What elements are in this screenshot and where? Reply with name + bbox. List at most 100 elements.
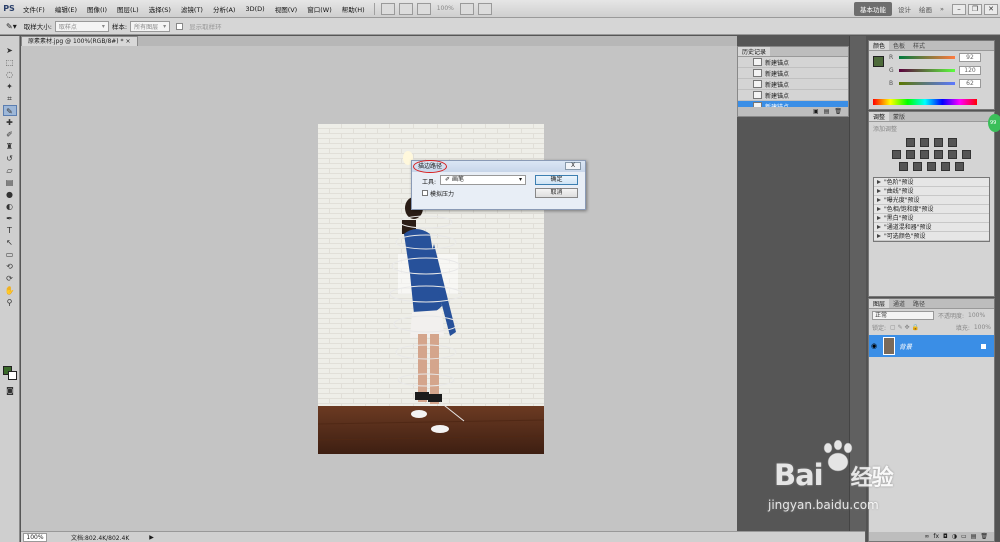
eye-icon[interactable]: ◉ [869,342,879,350]
eraser-tool-icon[interactable]: ▱ [3,165,17,176]
history-item[interactable]: 新建锚点 [738,57,848,68]
eyedropper-tool-icon[interactable]: ✎▾ [6,22,17,31]
green-slider[interactable] [899,69,955,72]
preset-selective-color[interactable]: "可选颜色"预设 [874,232,989,241]
levels-icon[interactable] [920,138,929,147]
menu-filter[interactable]: 滤镜(T) [176,4,208,14]
fill-value[interactable]: 100% [974,324,991,331]
restore-icon[interactable]: ❐ [968,3,982,15]
tab-styles[interactable]: 样式 [909,41,929,50]
show-sampling-ring-checkbox[interactable] [176,22,184,30]
shape-tool-icon[interactable]: ▭ [3,249,17,260]
exposure-icon[interactable] [948,138,957,147]
document-tab[interactable]: 原素素材.jpg @ 100%(RGB/8#) * × [21,36,138,46]
clone-stamp-tool-icon[interactable]: ♜ [3,141,17,152]
layer-row-background[interactable]: ◉ 背景 [869,335,994,357]
arrange-documents-icon[interactable] [459,2,474,15]
blue-slider[interactable] [899,82,955,85]
sample-size-select[interactable]: 取样点 ▾ [54,20,109,32]
tab-adjustments[interactable]: 调整 [869,112,890,121]
mini-bridge-icon[interactable] [398,2,413,15]
quick-select-tool-icon[interactable]: ✦ [3,81,17,92]
menu-view[interactable]: 视图(V) [270,4,303,14]
lock-pixels-icon[interactable]: ▢ ✎ ✥ 🔒 [890,324,919,331]
history-brush-tool-icon[interactable]: ↺ [3,153,17,164]
adjustment-layer-icon[interactable]: ◑ [952,533,957,540]
simulate-pressure-checkbox[interactable] [422,190,428,196]
tab-channels[interactable]: 通道 [889,299,909,308]
type-tool-icon[interactable]: T [3,225,17,236]
zoom-level[interactable]: 100% [437,5,454,12]
sample-select[interactable]: 所有图层 ▾ [130,20,171,32]
cancel-button[interactable]: 取消 [535,188,578,198]
workspace-more[interactable]: » [940,5,944,13]
posterize-icon[interactable] [913,162,922,171]
trash-icon[interactable]: 🗑 [980,533,988,540]
extras-icon[interactable] [416,2,431,15]
preset-hue-saturation[interactable]: "色相/饱和度"预设 [874,205,989,214]
dodge-tool-icon[interactable]: ◐ [3,201,17,212]
hand-tool-icon[interactable]: ✋ [3,285,17,296]
status-zoom[interactable]: 100% [23,532,47,542]
photo-filter-icon[interactable] [948,150,957,159]
preset-levels[interactable]: "色阶"预设 [874,178,989,187]
green-value[interactable]: 120 [959,66,981,75]
dialog-close-button[interactable]: X [565,162,581,170]
history-item[interactable]: 新建锚点 [738,68,848,79]
brightness-icon[interactable] [906,138,915,147]
tab-layers[interactable]: 图层 [869,299,890,308]
menu-3d[interactable]: 3D(D) [240,5,269,13]
screen-mode-icon[interactable] [477,2,492,15]
vibrance-icon[interactable] [892,150,901,159]
tab-masks[interactable]: 蒙版 [889,112,909,121]
color-balance-icon[interactable] [920,150,929,159]
workspace-design[interactable]: 设计 [898,4,911,14]
new-layer-icon[interactable]: ▤ [971,533,977,540]
menu-file[interactable]: 文件(F) [18,4,50,14]
black-white-icon[interactable] [934,150,943,159]
preset-channel-mixer[interactable]: "通道混和器"预设 [874,223,989,232]
tab-swatches[interactable]: 色板 [889,41,909,50]
threshold-icon[interactable] [927,162,936,171]
red-slider[interactable] [899,56,955,59]
history-item[interactable]: 新建锚点 [738,90,848,101]
healing-brush-tool-icon[interactable]: ✚ [3,117,17,128]
new-document-icon[interactable]: ▤ [824,108,830,115]
preset-curves[interactable]: "曲线"预设 [874,187,989,196]
menu-help[interactable]: 帮助(H) [337,4,370,14]
history-item[interactable]: 新建锚点 [738,79,848,90]
link-icon[interactable]: ∞ [924,533,929,540]
workspace-essentials-button[interactable]: 基本功能 [854,2,893,16]
gradient-map-icon[interactable] [941,162,950,171]
quick-mask-icon[interactable]: ◙ [3,385,17,396]
minimize-icon[interactable]: – [952,3,966,15]
lasso-tool-icon[interactable]: ◌ [3,69,17,80]
path-selection-tool-icon[interactable]: ↖ [3,237,17,248]
dialog-titlebar[interactable]: 描边路径 X [412,160,585,173]
workspace-painting[interactable]: 绘画 [919,4,932,14]
selective-color-icon[interactable] [955,162,964,171]
background-color-swatch[interactable] [8,371,17,380]
opacity-value[interactable]: 100% [968,312,985,319]
pen-tool-icon[interactable]: ✒ [3,213,17,224]
crop-tool-icon[interactable]: ⌗ [3,93,17,104]
preset-black-white[interactable]: "黑白"预设 [874,214,989,223]
tab-history[interactable]: 历史记录 [738,47,771,56]
bridge-icon[interactable] [380,2,395,15]
trash-icon[interactable]: 🗑 [834,108,842,115]
menu-window[interactable]: 窗口(W) [302,4,337,14]
hue-saturation-icon[interactable] [906,150,915,159]
folder-icon[interactable]: ▭ [961,533,967,540]
channel-mixer-icon[interactable] [962,150,971,159]
move-tool-icon[interactable]: ➤ [3,45,17,56]
curves-icon[interactable] [934,138,943,147]
3d-rotate-tool-icon[interactable]: ⟲ [3,261,17,272]
foreground-color-swatch[interactable] [873,56,884,67]
red-value[interactable]: 92 [959,53,981,62]
blend-mode-select[interactable]: 正常 [872,310,934,320]
menu-image[interactable]: 图像(I) [82,4,112,14]
brush-tool-icon[interactable]: ✐ [3,129,17,140]
tab-paths[interactable]: 路径 [909,299,929,308]
chevron-right-icon[interactable]: ▶ [149,534,154,541]
tab-color[interactable]: 颜色 [869,41,890,50]
